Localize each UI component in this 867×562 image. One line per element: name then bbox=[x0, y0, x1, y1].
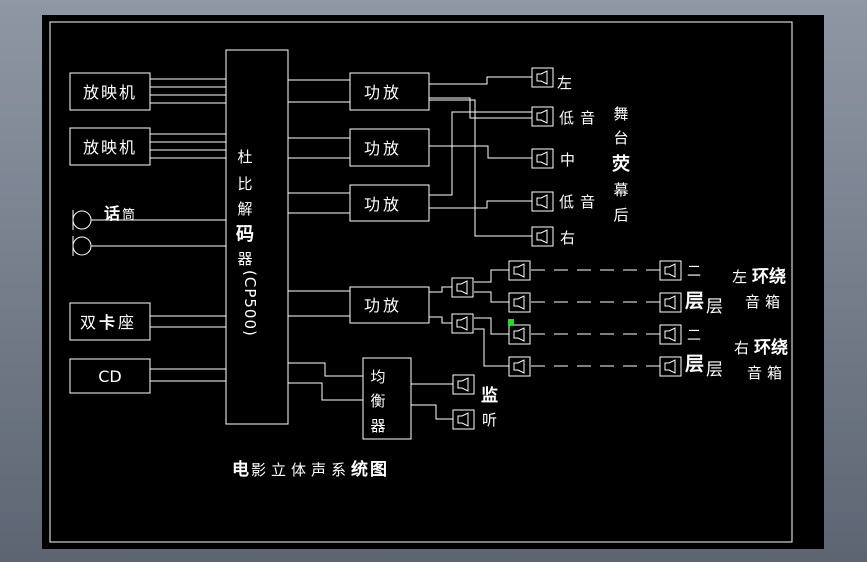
equalizer-char-3: 器 bbox=[370, 417, 385, 435]
surround-l2-far-icon bbox=[659, 292, 682, 313]
decoder-char-5: 器 bbox=[237, 250, 252, 268]
speaker-low1-icon bbox=[531, 106, 554, 127]
speaker-low2-label: 低音 bbox=[559, 193, 601, 211]
stage-label-3: 荧 bbox=[612, 153, 630, 175]
decoder-char-3: 解 bbox=[237, 200, 252, 218]
amplifier-3-label: 功放 bbox=[364, 195, 402, 214]
title-char-3: 立 bbox=[271, 461, 286, 479]
surround-r1-far-icon bbox=[659, 324, 682, 345]
sound-system-diagram: 放映机 放映机 话 筒 双 卡 座 CD 杜 比 解 码 器 (CP500) 功… bbox=[42, 15, 824, 549]
projector-2-label: 放映机 bbox=[83, 138, 137, 157]
stage-label-5: 后 bbox=[613, 206, 628, 224]
floor-two-b: 二 bbox=[687, 328, 701, 344]
title-char-4: 体 bbox=[291, 461, 306, 479]
surround-l2-icon bbox=[508, 292, 531, 313]
cassette-label-b: 卡 bbox=[99, 313, 115, 332]
title-char-7: 统 bbox=[351, 459, 368, 480]
speaker-low1-label: 低音 bbox=[559, 109, 601, 127]
stage-label-4: 幕 bbox=[613, 181, 628, 199]
projector-1-label: 放映机 bbox=[83, 83, 137, 102]
title-char-8: 图 bbox=[370, 460, 387, 480]
speaker-left-label: 左 bbox=[557, 74, 572, 92]
cassette-label-a: 双 bbox=[80, 313, 96, 332]
amplifier-1-label: 功放 bbox=[364, 83, 402, 102]
right-surround-name: 环绕 bbox=[754, 337, 788, 358]
surround-r2-icon bbox=[508, 356, 531, 377]
speaker-left-icon bbox=[531, 67, 554, 88]
surround-l1-far-icon bbox=[659, 260, 682, 281]
left-surround-name: 环绕 bbox=[752, 266, 786, 287]
title-char-1: 电 bbox=[232, 459, 249, 480]
cassette-label-c: 座 bbox=[118, 313, 134, 332]
stage-label-1: 舞 bbox=[613, 105, 628, 123]
speaker-right-icon bbox=[531, 226, 554, 247]
cd-label: CD bbox=[98, 367, 122, 386]
equalizer-char-1: 均 bbox=[370, 368, 385, 386]
right-surround-side: 右 bbox=[734, 339, 749, 357]
floor-b1: 层 bbox=[685, 353, 704, 375]
splitter-speaker-1-icon bbox=[451, 277, 474, 298]
stage-label-2: 台 bbox=[613, 129, 628, 147]
microphone-label-b: 筒 bbox=[122, 207, 135, 223]
decoder-char-2: 比 bbox=[237, 175, 252, 193]
monitor-char-1: 监 bbox=[481, 385, 498, 406]
surround-l1-icon bbox=[508, 260, 531, 281]
decoder-model: (CP500) bbox=[241, 270, 259, 337]
floor-a2: 层 bbox=[706, 297, 723, 317]
surround-r2-far-icon bbox=[659, 356, 682, 377]
title-char-2: 影 bbox=[251, 461, 266, 479]
speaker-low2-icon bbox=[531, 191, 554, 212]
floor-a1: 层 bbox=[685, 290, 704, 312]
monitor-speaker-1-icon bbox=[452, 374, 475, 395]
title-char-6: 系 bbox=[331, 461, 346, 479]
amplifier-4-label: 功放 bbox=[364, 296, 402, 315]
title-char-5: 声 bbox=[311, 461, 326, 479]
right-surround-box: 音箱 bbox=[747, 364, 787, 382]
splitter-speaker-2-icon bbox=[451, 313, 474, 334]
equalizer-char-2: 衡 bbox=[370, 392, 385, 410]
left-surround-side: 左 bbox=[732, 268, 747, 286]
left-surround-box: 音箱 bbox=[745, 293, 785, 311]
surround-r1-icon bbox=[508, 324, 531, 345]
speaker-mid-icon bbox=[531, 148, 554, 169]
monitor-speaker-2-icon bbox=[452, 409, 475, 430]
floor-two-a: 二 bbox=[687, 264, 701, 280]
decoder-char-4: 码 bbox=[236, 224, 254, 245]
floor-b2: 层 bbox=[706, 360, 723, 380]
decoder-char-1: 杜 bbox=[237, 148, 252, 166]
speaker-mid-label: 中 bbox=[560, 151, 575, 169]
selection-marker bbox=[508, 319, 514, 325]
monitor-char-2: 听 bbox=[482, 411, 497, 429]
speaker-right-label: 右 bbox=[560, 229, 575, 247]
amplifier-2-label: 功放 bbox=[364, 139, 402, 158]
